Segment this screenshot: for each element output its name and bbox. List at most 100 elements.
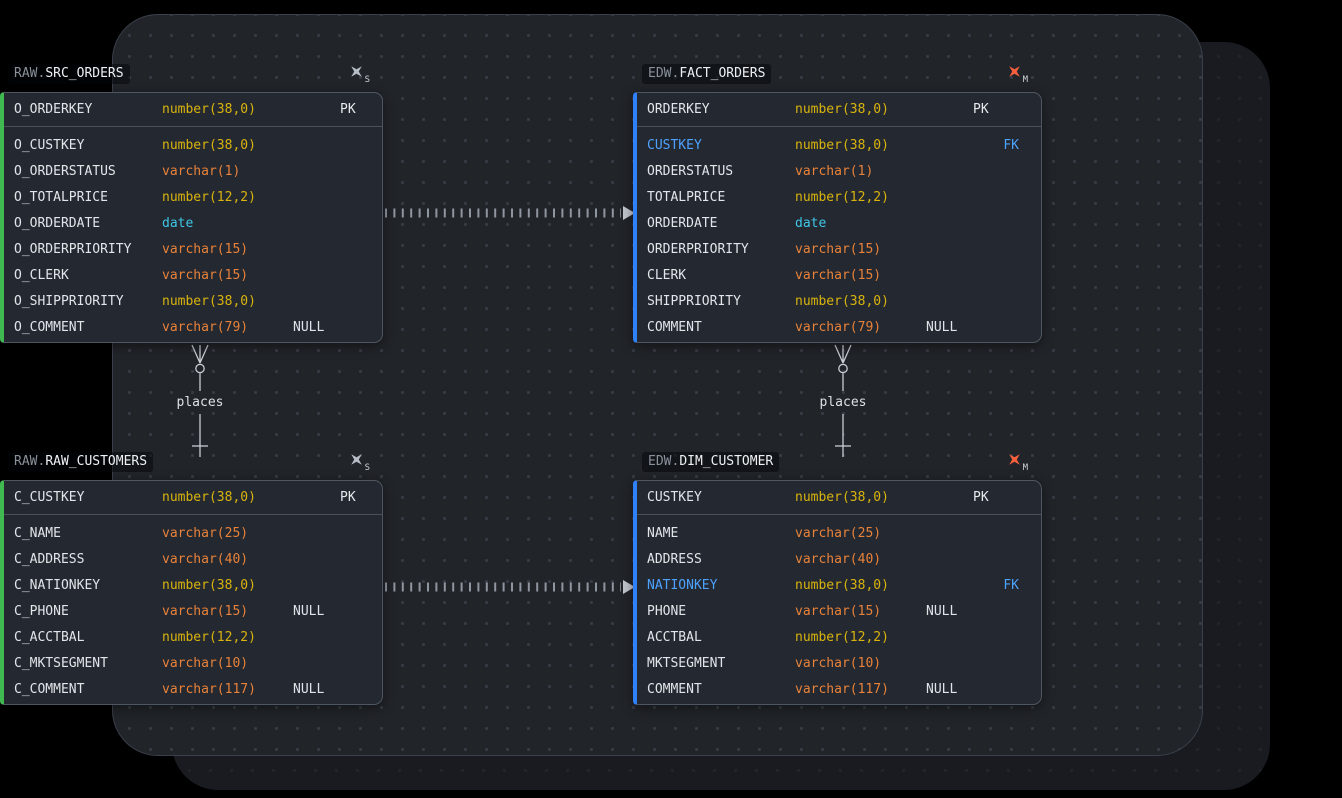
table-row[interactable]: CLERK varchar(15) bbox=[637, 262, 1041, 288]
table-row[interactable]: O_ORDERPRIORITY varchar(15) bbox=[4, 236, 382, 262]
column-nullable: NULL bbox=[293, 682, 340, 697]
badge-letter: M bbox=[1023, 75, 1028, 85]
column-nullable: NULL bbox=[293, 604, 340, 619]
dbt-source-badge-icon: S bbox=[349, 63, 370, 83]
fk-label: FK bbox=[1003, 578, 1019, 593]
table-row[interactable]: COMMENT varchar(79) NULL bbox=[637, 314, 1041, 340]
table-edw-fact-orders[interactable]: ORDERKEY number(38,0) PK CUSTKEY number(… bbox=[633, 92, 1042, 343]
column-name: SHIPPRIORITY bbox=[647, 294, 795, 309]
er-diagram-canvas: RAW.SRC_ORDERS S O_ORDERKEY number(38,0)… bbox=[0, 0, 1342, 798]
column-type: varchar(10) bbox=[795, 656, 926, 671]
table-raw-raw-customers[interactable]: C_CUSTKEY number(38,0) PK C_NAME varchar… bbox=[0, 480, 383, 705]
column-type: varchar(40) bbox=[162, 552, 293, 567]
column-type: number(38,0) bbox=[162, 102, 293, 117]
column-type: number(12,2) bbox=[162, 190, 293, 205]
column-name: C_ADDRESS bbox=[14, 552, 162, 567]
column-name: C_CUSTKEY bbox=[14, 490, 162, 505]
badge-letter: S bbox=[365, 463, 370, 473]
table-row[interactable]: C_COMMENT varchar(117) NULL bbox=[4, 676, 382, 702]
table-row[interactable]: C_ADDRESS varchar(40) bbox=[4, 546, 382, 572]
column-name: O_CLERK bbox=[14, 268, 162, 283]
table-header-row[interactable]: ORDERKEY number(38,0) PK bbox=[637, 93, 1041, 127]
schema-prefix: RAW. bbox=[14, 66, 45, 81]
table-title-fact-orders[interactable]: EDW.FACT_ORDERS bbox=[642, 64, 771, 83]
dbt-source-badge-icon: S bbox=[349, 451, 370, 471]
table-edw-dim-customer[interactable]: CUSTKEY number(38,0) PK NAME varchar(25)… bbox=[633, 480, 1042, 705]
table-row[interactable]: SHIPPRIORITY number(38,0) bbox=[637, 288, 1041, 314]
table-row[interactable]: MKTSEGMENT varchar(10) bbox=[637, 650, 1041, 676]
table-row[interactable]: ORDERSTATUS varchar(1) bbox=[637, 158, 1041, 184]
column-name: C_NAME bbox=[14, 526, 162, 541]
column-type: varchar(1) bbox=[162, 164, 293, 179]
column-type: number(38,0) bbox=[795, 294, 926, 309]
flow-arrow-customers[interactable] bbox=[383, 576, 637, 598]
table-row[interactable]: O_SHIPPRIORITY number(38,0) bbox=[4, 288, 382, 314]
column-type: varchar(25) bbox=[795, 526, 926, 541]
table-row[interactable]: C_ACCTBAL number(12,2) bbox=[4, 624, 382, 650]
column-name: C_COMMENT bbox=[14, 682, 162, 697]
table-row[interactable]: COMMENT varchar(117) NULL bbox=[637, 676, 1041, 702]
column-type: number(12,2) bbox=[795, 190, 926, 205]
table-raw-src-orders[interactable]: O_ORDERKEY number(38,0) PK O_CUSTKEY num… bbox=[0, 92, 383, 343]
table-row[interactable]: O_COMMENT varchar(79) NULL bbox=[4, 314, 382, 340]
column-type: number(12,2) bbox=[162, 630, 293, 645]
table-row[interactable]: O_ORDERDATE date bbox=[4, 210, 382, 236]
table-name: FACT_ORDERS bbox=[679, 66, 765, 81]
column-type: number(38,0) bbox=[162, 138, 293, 153]
table-row[interactable]: C_NAME varchar(25) bbox=[4, 520, 382, 546]
column-name: ORDERPRIORITY bbox=[647, 242, 795, 257]
column-name: CUSTKEY bbox=[647, 138, 795, 153]
column-type: number(38,0) bbox=[162, 578, 293, 593]
column-name: ORDERSTATUS bbox=[647, 164, 795, 179]
column-key: FK bbox=[973, 578, 1041, 593]
table-row[interactable]: PHONE varchar(15) NULL bbox=[637, 598, 1041, 624]
table-body: CUSTKEY number(38,0) FK ORDERSTATUS varc… bbox=[637, 127, 1041, 343]
table-row[interactable]: TOTALPRICE number(12,2) bbox=[637, 184, 1041, 210]
column-nullable: NULL bbox=[926, 604, 973, 619]
flow-arrow-orders[interactable] bbox=[383, 202, 637, 224]
column-type: varchar(15) bbox=[795, 604, 926, 619]
column-type: varchar(15) bbox=[162, 242, 293, 257]
column-type: number(38,0) bbox=[795, 490, 926, 505]
table-title-raw-customers[interactable]: RAW.RAW_CUSTOMERS bbox=[8, 452, 153, 471]
table-name: SRC_ORDERS bbox=[45, 66, 123, 81]
table-title-dim-customer[interactable]: EDW.DIM_CUSTOMER bbox=[642, 452, 779, 471]
table-title-src-orders[interactable]: RAW.SRC_ORDERS bbox=[8, 64, 130, 83]
badge-letter: M bbox=[1023, 463, 1028, 473]
column-name: O_COMMENT bbox=[14, 320, 162, 335]
table-header-row[interactable]: O_ORDERKEY number(38,0) PK bbox=[4, 93, 382, 127]
table-row[interactable]: O_ORDERSTATUS varchar(1) bbox=[4, 158, 382, 184]
table-row[interactable]: CUSTKEY number(38,0) FK bbox=[637, 132, 1041, 158]
table-row[interactable]: NATIONKEY number(38,0) FK bbox=[637, 572, 1041, 598]
table-header-row[interactable]: C_CUSTKEY number(38,0) PK bbox=[4, 481, 382, 515]
dbt-model-badge-icon: M bbox=[1007, 63, 1028, 83]
table-name: DIM_CUSTOMER bbox=[679, 454, 773, 469]
table-row[interactable]: NAME varchar(25) bbox=[637, 520, 1041, 546]
pk-label: PK bbox=[340, 102, 356, 117]
column-name: COMMENT bbox=[647, 320, 795, 335]
table-row[interactable]: C_NATIONKEY number(38,0) bbox=[4, 572, 382, 598]
column-type: date bbox=[795, 216, 926, 231]
relationship-label: places bbox=[163, 395, 237, 410]
pk-label: PK bbox=[973, 490, 989, 505]
column-key: FK bbox=[973, 138, 1041, 153]
table-row[interactable]: ORDERDATE date bbox=[637, 210, 1041, 236]
column-type: varchar(15) bbox=[795, 268, 926, 283]
table-row[interactable]: ORDERPRIORITY varchar(15) bbox=[637, 236, 1041, 262]
table-row[interactable]: C_PHONE varchar(15) NULL bbox=[4, 598, 382, 624]
table-row[interactable]: C_MKTSEGMENT varchar(10) bbox=[4, 650, 382, 676]
table-row[interactable]: ADDRESS varchar(40) bbox=[637, 546, 1041, 572]
column-name: O_SHIPPRIORITY bbox=[14, 294, 162, 309]
column-type: number(38,0) bbox=[795, 102, 926, 117]
table-row[interactable]: O_TOTALPRICE number(12,2) bbox=[4, 184, 382, 210]
table-header-row[interactable]: CUSTKEY number(38,0) PK bbox=[637, 481, 1041, 515]
table-body: C_NAME varchar(25) C_ADDRESS varchar(40)… bbox=[4, 515, 382, 705]
column-name: O_ORDERDATE bbox=[14, 216, 162, 231]
table-row[interactable]: O_CLERK varchar(15) bbox=[4, 262, 382, 288]
table-row[interactable]: O_CUSTKEY number(38,0) bbox=[4, 132, 382, 158]
column-name: NAME bbox=[647, 526, 795, 541]
table-name: RAW_CUSTOMERS bbox=[45, 454, 147, 469]
schema-prefix: EDW. bbox=[648, 66, 679, 81]
table-row[interactable]: ACCTBAL number(12,2) bbox=[637, 624, 1041, 650]
column-nullable: NULL bbox=[926, 682, 973, 697]
